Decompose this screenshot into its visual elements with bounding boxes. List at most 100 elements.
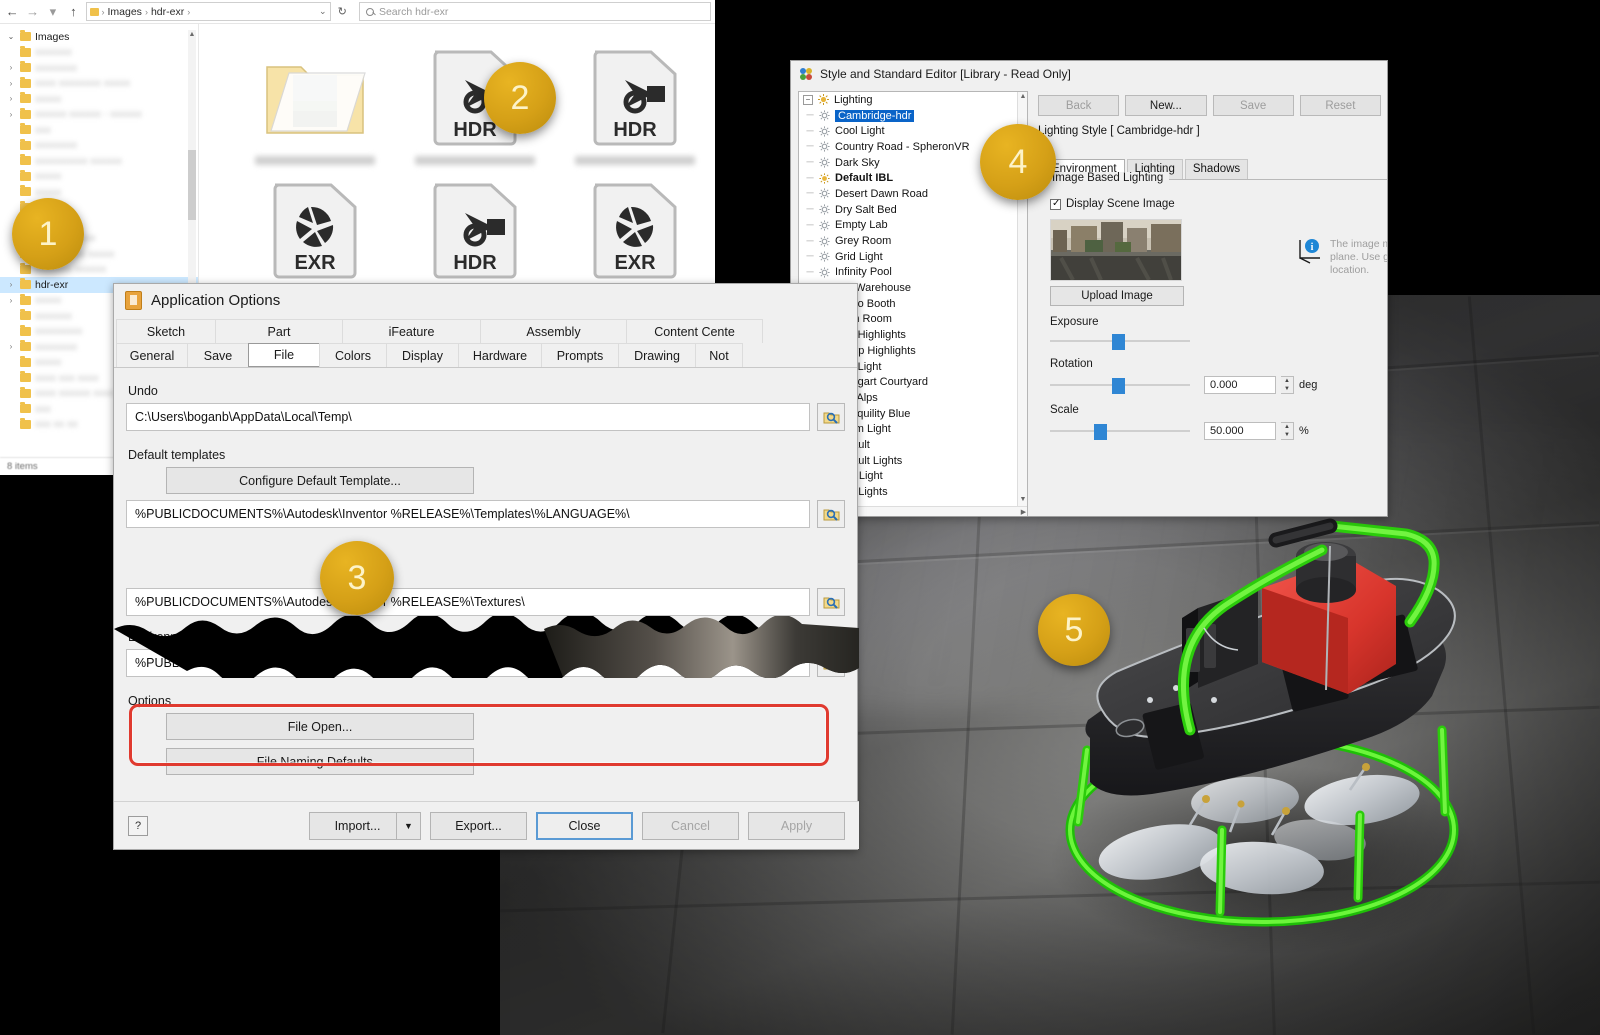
tab-hardware[interactable]: Hardware [458, 343, 542, 367]
scene-image-preview[interactable] [1050, 219, 1182, 281]
import-button[interactable]: Import... [309, 811, 406, 840]
rotation-slider[interactable] [1050, 378, 1190, 394]
chevron-right-icon[interactable]: › [6, 110, 16, 119]
list-item[interactable]: xxx [0, 122, 198, 138]
tree-item-grey-room[interactable]: ─ Grey Room [799, 233, 1027, 249]
tab-prompts[interactable]: Prompts [541, 343, 619, 367]
display-scene-image-checkbox[interactable]: Display Scene Image [1050, 198, 1387, 210]
tab-general[interactable]: General [116, 343, 188, 367]
recent-locations-icon[interactable]: ▾ [45, 3, 61, 21]
tab-notebook[interactable]: Not [695, 343, 743, 367]
slider-handle[interactable] [1094, 424, 1107, 440]
tree-item-lighting-root[interactable]: − Lighting [799, 92, 1027, 108]
configure-default-template-button[interactable]: Configure Default Template... [166, 467, 474, 494]
list-item[interactable]: EXR [555, 175, 715, 298]
back-button[interactable]: Back [1038, 95, 1120, 116]
list-item[interactable]: EXR [235, 175, 395, 298]
cancel-button[interactable]: Cancel [642, 811, 739, 840]
file-naming-defaults-button[interactable]: File Naming Defaults... [166, 748, 474, 775]
close-button[interactable]: Close [536, 811, 633, 840]
list-item[interactable]: xxxxx [0, 169, 198, 185]
chevron-right-icon[interactable]: › [6, 79, 16, 88]
tab-part[interactable]: Part [215, 319, 343, 343]
apply-button[interactable]: Apply [748, 811, 845, 840]
breadcrumb-images[interactable]: Images [108, 6, 142, 18]
scale-stepper[interactable]: ▲ ▼ [1281, 422, 1294, 440]
chevron-right-icon[interactable]: › [6, 63, 16, 72]
tab-display[interactable]: Display [386, 343, 459, 367]
tree-item-empty-lab[interactable]: ─ Empty Lab [799, 218, 1027, 234]
upload-image-button[interactable]: Upload Image [1050, 286, 1184, 306]
tab-shadows[interactable]: Shadows [1184, 159, 1249, 179]
scroll-down-icon[interactable]: ▼ [1018, 495, 1027, 505]
chevron-right-icon[interactable]: › [6, 342, 16, 351]
tree-item-dry-salt-bed[interactable]: ─ Dry Salt Bed [799, 202, 1027, 218]
tree-item-grid-light[interactable]: ─ Grid Light [799, 249, 1027, 265]
help-button[interactable]: ? [128, 815, 148, 836]
browse-folder-icon[interactable] [817, 588, 845, 616]
tab-sketch[interactable]: Sketch [116, 319, 216, 343]
forward-icon[interactable]: → [24, 3, 40, 21]
list-item[interactable]: xxxxxxxx [0, 138, 198, 154]
search-input[interactable]: Search hdr-exr [358, 2, 711, 21]
tab-ifeature[interactable]: iFeature [342, 319, 481, 343]
list-item[interactable]: HDR [555, 42, 715, 165]
browse-folder-icon[interactable] [817, 500, 845, 528]
sun-icon [819, 235, 830, 247]
back-icon[interactable]: ← [4, 3, 20, 21]
list-item[interactable]: › xxxxx [0, 91, 198, 107]
up-icon[interactable]: ↑ [65, 3, 81, 21]
collapse-icon[interactable]: − [803, 94, 813, 105]
tab-save[interactable]: Save [187, 343, 249, 367]
tab-content-center[interactable]: Content Cente [626, 319, 763, 343]
scrollbar-thumb[interactable] [188, 150, 196, 220]
tab-drawing[interactable]: Drawing [618, 343, 696, 367]
checkbox-icon[interactable] [1050, 198, 1061, 210]
list-item[interactable]: HDR [395, 175, 555, 298]
scale-slider[interactable] [1050, 424, 1190, 440]
slider-handle[interactable] [1112, 378, 1125, 394]
export-button[interactable]: Export... [430, 811, 527, 840]
folder-icon [20, 402, 31, 414]
search-icon [365, 7, 374, 16]
tree-item-cambridge-hdr[interactable]: ─ Cambridge-hdr [799, 108, 1027, 124]
new-button[interactable]: New... [1125, 95, 1207, 116]
exr-file-icon: EXR [576, 175, 694, 283]
list-item[interactable]: › xxxx xxxxxxxx xxxxx [0, 76, 198, 92]
list-item[interactable]: xxxxxxxxxx xxxxxx [0, 153, 198, 169]
file-open-button[interactable]: File Open... [166, 713, 474, 740]
templates-path-input[interactable]: %PUBLICDOCUMENTS%\Autodesk\Inventor %REL… [126, 500, 810, 528]
breadcrumb-hdr-exr[interactable]: hdr-exr [151, 6, 184, 18]
save-button[interactable]: Save [1212, 95, 1294, 116]
scroll-right-icon[interactable]: ▶ [1018, 507, 1027, 516]
undo-path-input[interactable]: C:\Users\boganb\AppData\Local\Temp\ [126, 403, 810, 431]
scroll-up-icon[interactable]: ▲ [188, 30, 196, 39]
list-item[interactable]: › xxxxxxxx [0, 60, 198, 76]
list-item[interactable]: › xxxxxx xxxxxx - xxxxxx [0, 107, 198, 123]
tree-item-infinity-pool[interactable]: ─ Infinity Pool [799, 265, 1027, 281]
rotation-stepper[interactable]: ▲ ▼ [1281, 376, 1294, 394]
address-bar[interactable]: › Images › hdr-exr › ⌄ [85, 2, 331, 21]
reset-button[interactable]: Reset [1299, 95, 1381, 116]
chevron-right-icon[interactable]: › [6, 296, 16, 305]
list-item[interactable]: xxxxx [0, 184, 198, 200]
browse-folder-icon[interactable] [817, 403, 845, 431]
chevron-down-icon[interactable]: ⌄ [319, 6, 327, 17]
tree-item-images[interactable]: ⌄ Images [0, 29, 198, 45]
chevron-right-icon[interactable]: › [6, 280, 16, 289]
chevron-down-icon[interactable]: ▼ [396, 811, 421, 840]
textures-path-input[interactable]: %PUBLICDOCUMENTS%\Autodesk\Inventor %REL… [126, 588, 810, 616]
exposure-slider[interactable] [1050, 334, 1190, 350]
list-item[interactable]: xxxxxxx [0, 45, 198, 61]
tab-assembly[interactable]: Assembly [480, 319, 627, 343]
tab-colors[interactable]: Colors [319, 343, 387, 367]
chevron-right-icon[interactable]: › [6, 94, 16, 103]
refresh-icon[interactable]: ↻ [335, 2, 350, 21]
scroll-up-icon[interactable]: ▲ [1018, 92, 1027, 102]
scale-value-input[interactable]: 50.000 [1204, 422, 1276, 440]
rotation-value-input[interactable]: 0.000 [1204, 376, 1276, 394]
slider-handle[interactable] [1112, 334, 1125, 350]
chevron-down-icon[interactable]: ⌄ [6, 32, 16, 41]
list-item[interactable] [235, 42, 395, 165]
tab-file[interactable]: File [248, 343, 320, 367]
